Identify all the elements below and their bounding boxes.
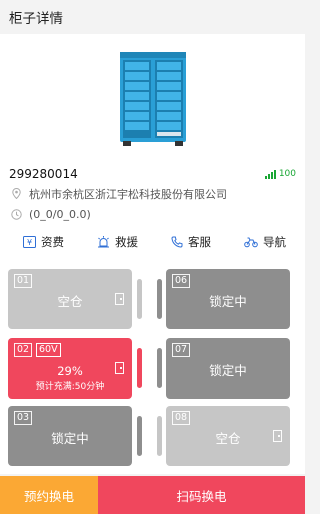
slot-06[interactable]: 06 锁定中 [166,269,290,329]
door-icon [273,430,282,442]
location-pin-icon [9,188,23,199]
slot-03-level-gauge [137,416,142,456]
slot-status: 锁定中 [51,431,89,446]
cabinet-image [0,34,305,156]
service-button[interactable]: 客服 [171,234,211,250]
slot-number: 02 [14,343,33,357]
action-bar: ¥ 资费 救援 客服 导航 [9,225,296,255]
battery-slot-grid: 01 空仓 02 60V 29% 预计充满:50分钟 03 锁定中 06 锁定中… [0,262,305,474]
signal-strength: 100 [264,168,296,179]
slot-02-level-gauge [137,348,142,388]
fee-icon: ¥ [23,236,36,248]
header: 柜子详情 [0,0,305,34]
slot-06-level-gauge [157,279,162,319]
navigation-button[interactable]: 导航 [244,234,286,250]
signal-value: 100 [278,168,296,179]
slot-number: 06 [172,274,191,288]
cabinet-coords: (0_0/0_0.0) [29,208,91,221]
battery-cabinet-image-icon [119,52,186,146]
cabinet-address: 杭州市余杭区浙江宇松科技股份有限公司 [29,187,227,201]
signal-bar [264,175,267,179]
door-icon [115,293,124,305]
cabinet-id: 299280014 [9,167,78,181]
clock-icon [9,209,23,220]
door-icon [115,362,124,374]
fee-button[interactable]: ¥ 资费 [23,234,64,250]
rescue-icon [98,236,109,248]
navigation-label: 导航 [263,235,286,249]
slot-08-level-gauge [157,416,162,456]
footer-bar: 预约换电 扫码换电 [0,476,305,514]
charge-percent: 29% [57,364,83,378]
book-swap-button[interactable]: 预约换电 [0,476,98,514]
scan-swap-button[interactable]: 扫码换电 [98,476,305,514]
slot-number: 01 [14,274,33,288]
page-title: 柜子详情 [9,11,63,27]
slot-01[interactable]: 01 空仓 [8,269,132,329]
slot-number: 03 [14,411,33,425]
slot-08[interactable]: 08 空仓 [166,406,290,466]
navigation-icon [244,237,258,248]
slot-number: 08 [172,411,191,425]
slot-07-level-gauge [157,348,162,388]
voltage-badge: 60V [36,343,61,357]
slot-07[interactable]: 07 锁定中 [166,338,290,399]
slot-02[interactable]: 02 60V 29% 预计充满:50分钟 [8,338,132,399]
svg-text:¥: ¥ [27,238,32,247]
signal-bar [270,171,273,179]
coords-row: (0_0/0_0.0) [9,204,296,225]
slot-03[interactable]: 03 锁定中 [8,406,132,466]
slot-number: 07 [172,343,191,357]
slot-status: 锁定中 [209,294,247,309]
slot-status: 锁定中 [209,363,247,378]
signal-bar [267,173,270,179]
service-label: 客服 [188,235,211,249]
signal-bar [273,169,276,179]
fee-label: 资费 [41,235,64,249]
rescue-label: 救援 [115,235,138,249]
slot-status: 空仓 [57,294,83,309]
slot-status: 空仓 [215,431,241,446]
slot-01-level-gauge [137,279,142,319]
rescue-button[interactable]: 救援 [97,234,138,250]
charge-eta: 预计充满:50分钟 [35,382,105,392]
address-row: 杭州市余杭区浙江宇松科技股份有限公司 [9,183,296,204]
cabinet-info: 299280014 100 杭州市余杭区浙江宇松科技股份有限公司 (0_0/0_… [0,156,305,264]
phone-icon [171,236,183,248]
